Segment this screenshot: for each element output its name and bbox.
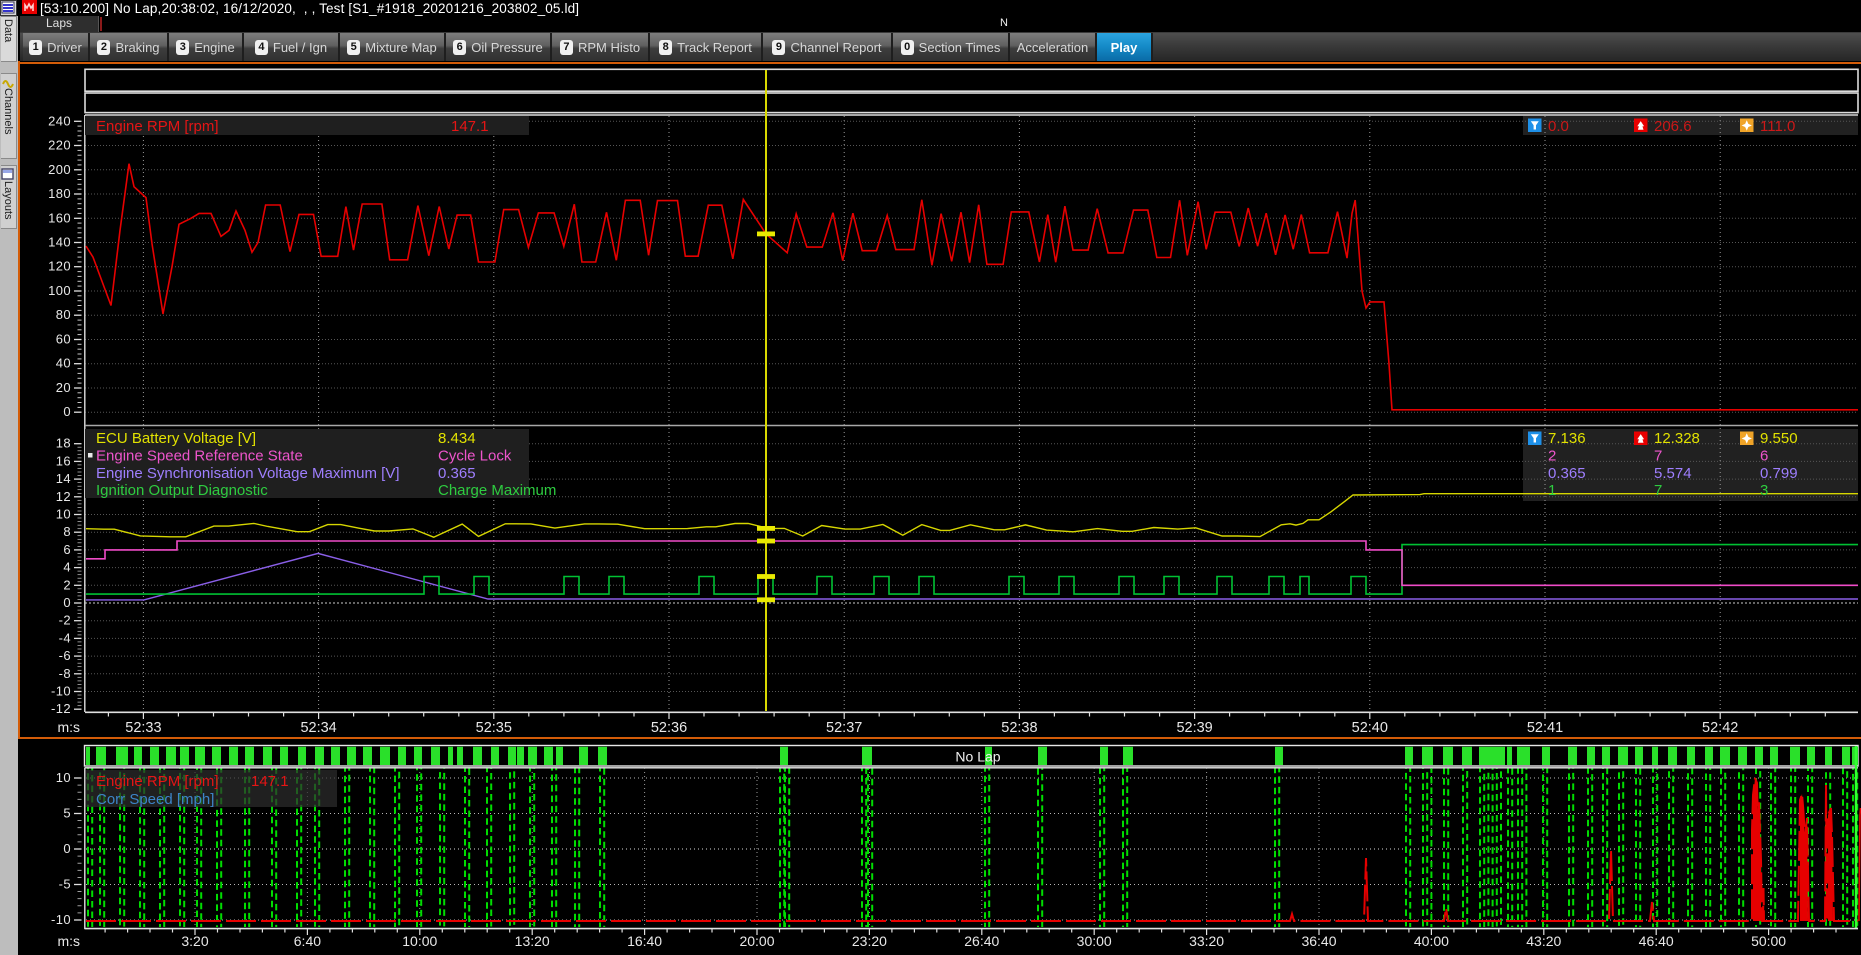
svg-text:Cycle Lock: Cycle Lock bbox=[438, 447, 512, 464]
svg-text:52:34: 52:34 bbox=[300, 720, 336, 736]
svg-text:6: 6 bbox=[1760, 447, 1768, 464]
svg-text:0: 0 bbox=[63, 595, 71, 610]
svg-text:Ignition Output Diagnostic: Ignition Output Diagnostic bbox=[96, 482, 268, 499]
svg-text:40: 40 bbox=[56, 356, 71, 371]
svg-text:220: 220 bbox=[48, 138, 71, 153]
svg-text:7.136: 7.136 bbox=[1548, 430, 1586, 447]
svg-text:m:s: m:s bbox=[57, 719, 80, 735]
svg-text:240: 240 bbox=[48, 113, 71, 128]
svg-text:0: 0 bbox=[63, 841, 71, 856]
svg-text:60: 60 bbox=[56, 332, 71, 347]
svg-text:52:42: 52:42 bbox=[1702, 720, 1738, 736]
svg-text:0.365: 0.365 bbox=[1548, 465, 1586, 482]
svg-text:80: 80 bbox=[56, 307, 71, 322]
svg-text:-12: -12 bbox=[51, 701, 71, 716]
svg-text:9.550: 9.550 bbox=[1760, 430, 1798, 447]
svg-text:52:40: 52:40 bbox=[1352, 720, 1388, 736]
svg-text:2: 2 bbox=[1548, 447, 1556, 464]
svg-text:13:20: 13:20 bbox=[515, 933, 550, 949]
svg-text:16: 16 bbox=[56, 453, 71, 468]
svg-text:206.6: 206.6 bbox=[1654, 118, 1692, 135]
svg-text:46:40: 46:40 bbox=[1639, 933, 1674, 949]
svg-text:10: 10 bbox=[56, 507, 71, 522]
svg-text:0: 0 bbox=[63, 404, 71, 419]
svg-text:6:40: 6:40 bbox=[294, 933, 321, 949]
svg-text:10: 10 bbox=[56, 770, 71, 785]
svg-text:23:20: 23:20 bbox=[852, 933, 887, 949]
svg-text:6: 6 bbox=[63, 542, 71, 557]
svg-text:200: 200 bbox=[48, 162, 71, 177]
svg-text:7: 7 bbox=[1654, 447, 1662, 464]
svg-text:-10: -10 bbox=[51, 684, 71, 699]
svg-text:4: 4 bbox=[63, 560, 71, 575]
svg-text:52:33: 52:33 bbox=[125, 720, 161, 736]
svg-text:m:s: m:s bbox=[57, 933, 80, 949]
svg-text:ECU Battery Voltage [V]: ECU Battery Voltage [V] bbox=[96, 430, 256, 447]
svg-text:30:00: 30:00 bbox=[1077, 933, 1112, 949]
svg-text:10:00: 10:00 bbox=[402, 933, 437, 949]
svg-text:0.0: 0.0 bbox=[1548, 118, 1569, 135]
svg-text:14: 14 bbox=[56, 471, 71, 486]
svg-text:52:41: 52:41 bbox=[1527, 720, 1563, 736]
svg-text:Engine RPM [rpm]: Engine RPM [rpm] bbox=[96, 773, 219, 790]
svg-text:Engine Synchronisation Voltage: Engine Synchronisation Voltage Maximum [… bbox=[96, 465, 400, 482]
svg-text:52:39: 52:39 bbox=[1176, 720, 1212, 736]
svg-text:40:00: 40:00 bbox=[1414, 933, 1449, 949]
svg-text:43:20: 43:20 bbox=[1526, 933, 1561, 949]
svg-text:8: 8 bbox=[63, 524, 71, 539]
svg-text:36:40: 36:40 bbox=[1301, 933, 1336, 949]
svg-text:Engine RPM [rpm]: Engine RPM [rpm] bbox=[96, 118, 219, 135]
svg-text:52:35: 52:35 bbox=[476, 720, 512, 736]
svg-text:26:40: 26:40 bbox=[964, 933, 999, 949]
svg-text:52:36: 52:36 bbox=[651, 720, 687, 736]
svg-text:12.328: 12.328 bbox=[1654, 430, 1700, 447]
svg-text:147.1: 147.1 bbox=[251, 773, 289, 790]
svg-text:5: 5 bbox=[63, 806, 71, 821]
svg-text:140: 140 bbox=[48, 235, 71, 250]
svg-text:111.0: 111.0 bbox=[1760, 118, 1795, 135]
svg-text:52:38: 52:38 bbox=[1001, 720, 1037, 736]
svg-text:160: 160 bbox=[48, 210, 71, 225]
svg-text:12: 12 bbox=[56, 489, 71, 504]
svg-text:8.434: 8.434 bbox=[438, 430, 476, 447]
svg-text:3:20: 3:20 bbox=[181, 933, 208, 949]
svg-text:2: 2 bbox=[63, 577, 71, 592]
svg-text:180: 180 bbox=[48, 186, 71, 201]
svg-text:147.1: 147.1 bbox=[451, 118, 489, 135]
svg-text:No Lap: No Lap bbox=[955, 749, 1000, 765]
svg-text:-5: -5 bbox=[59, 877, 71, 892]
svg-text:-8: -8 bbox=[59, 666, 71, 681]
svg-text:0.365: 0.365 bbox=[438, 465, 476, 482]
svg-text:52:37: 52:37 bbox=[826, 720, 862, 736]
svg-text:20:00: 20:00 bbox=[739, 933, 774, 949]
svg-text:1: 1 bbox=[1548, 482, 1556, 499]
svg-text:18: 18 bbox=[56, 436, 71, 451]
svg-text:20: 20 bbox=[56, 380, 71, 395]
svg-text:-2: -2 bbox=[59, 613, 71, 628]
svg-text:7: 7 bbox=[1654, 482, 1662, 499]
svg-text:Corr Speed [mph]: Corr Speed [mph] bbox=[96, 791, 214, 808]
svg-text:100: 100 bbox=[48, 283, 71, 298]
svg-text:120: 120 bbox=[48, 259, 71, 274]
svg-text:16:40: 16:40 bbox=[627, 933, 662, 949]
svg-text:0.799: 0.799 bbox=[1760, 465, 1798, 482]
svg-text:5.574: 5.574 bbox=[1654, 465, 1692, 482]
svg-text:33:20: 33:20 bbox=[1189, 933, 1224, 949]
svg-text:-10: -10 bbox=[51, 912, 71, 927]
svg-text:-6: -6 bbox=[59, 648, 71, 663]
svg-text:3: 3 bbox=[1760, 482, 1768, 499]
svg-text:Charge Maximum: Charge Maximum bbox=[438, 482, 556, 499]
svg-text:Engine Speed Reference State: Engine Speed Reference State bbox=[96, 447, 303, 464]
svg-text:-4: -4 bbox=[59, 630, 71, 645]
svg-text:50:00: 50:00 bbox=[1751, 933, 1786, 949]
